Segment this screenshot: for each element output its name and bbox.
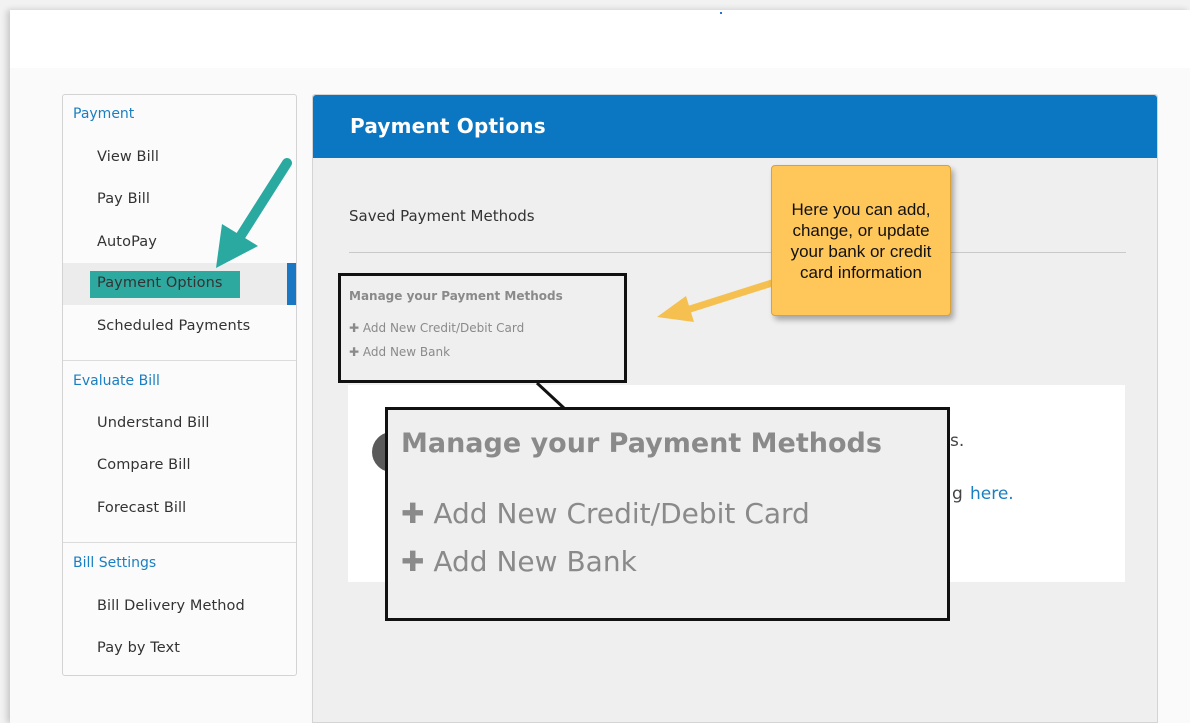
zoom-add-bank-label: Add New Bank bbox=[433, 545, 637, 578]
zoom-callout: Manage your Payment Methods ✚ Add New Cr… bbox=[385, 407, 950, 621]
annotation-tooltip: Here you can add, change, or update your… bbox=[771, 165, 951, 316]
plus-icon: ✚ bbox=[401, 497, 425, 530]
teal-arrow-icon bbox=[216, 158, 292, 268]
yellow-arrow-icon bbox=[657, 279, 776, 322]
annotation-text: Here you can add, change, or update your… bbox=[790, 199, 932, 282]
zoom-add-card-label: Add New Credit/Debit Card bbox=[433, 497, 810, 530]
zoom-add-bank-link[interactable]: ✚ Add New Bank bbox=[401, 545, 637, 578]
zoom-add-card-link[interactable]: ✚ Add New Credit/Debit Card bbox=[401, 497, 810, 530]
zoom-connector-line bbox=[535, 381, 567, 411]
plus-icon: ✚ bbox=[401, 545, 425, 578]
zoom-title: Manage your Payment Methods bbox=[401, 428, 882, 459]
